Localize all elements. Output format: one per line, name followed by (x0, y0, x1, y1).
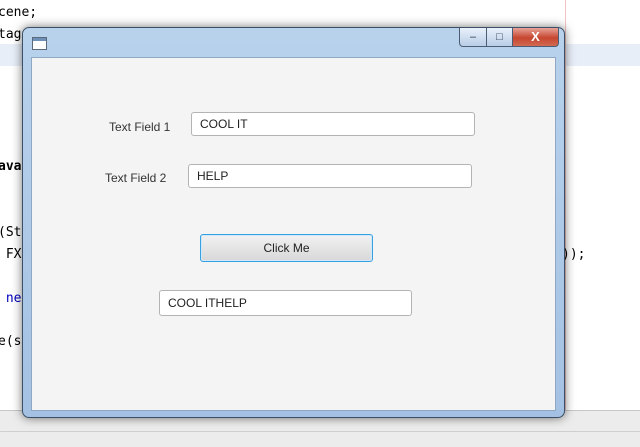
close-button[interactable]: X (513, 28, 559, 47)
code-line: cene; (0, 5, 38, 20)
code-line: e(s (0, 334, 22, 349)
code-line: ne (0, 291, 22, 306)
click-me-button[interactable]: Click Me (200, 234, 373, 262)
text-field-1-label: Text Field 1 (109, 120, 171, 134)
code-line: )); (562, 247, 586, 262)
code-line: ava (0, 159, 22, 174)
output-field[interactable] (159, 290, 412, 316)
window-app-icon (32, 37, 47, 50)
minimize-button[interactable]: – (459, 28, 487, 47)
app-window: – □ X Text Field 1 Text Field 2 Click Me (22, 27, 565, 418)
code-line: FX (0, 247, 22, 262)
code-line: tag (0, 27, 22, 42)
window-controls: – □ X (459, 28, 559, 47)
code-line: (St (0, 225, 22, 240)
maximize-button[interactable]: □ (487, 28, 513, 47)
text-field-2-label: Text Field 2 (105, 171, 167, 185)
window-content: Text Field 1 Text Field 2 Click Me (31, 57, 556, 411)
divider (0, 431, 640, 432)
window-titlebar[interactable]: – □ X (23, 28, 564, 57)
editor-right-margin-line (565, 0, 566, 410)
text-field-2[interactable] (188, 164, 472, 188)
text-field-1[interactable] (191, 112, 475, 136)
